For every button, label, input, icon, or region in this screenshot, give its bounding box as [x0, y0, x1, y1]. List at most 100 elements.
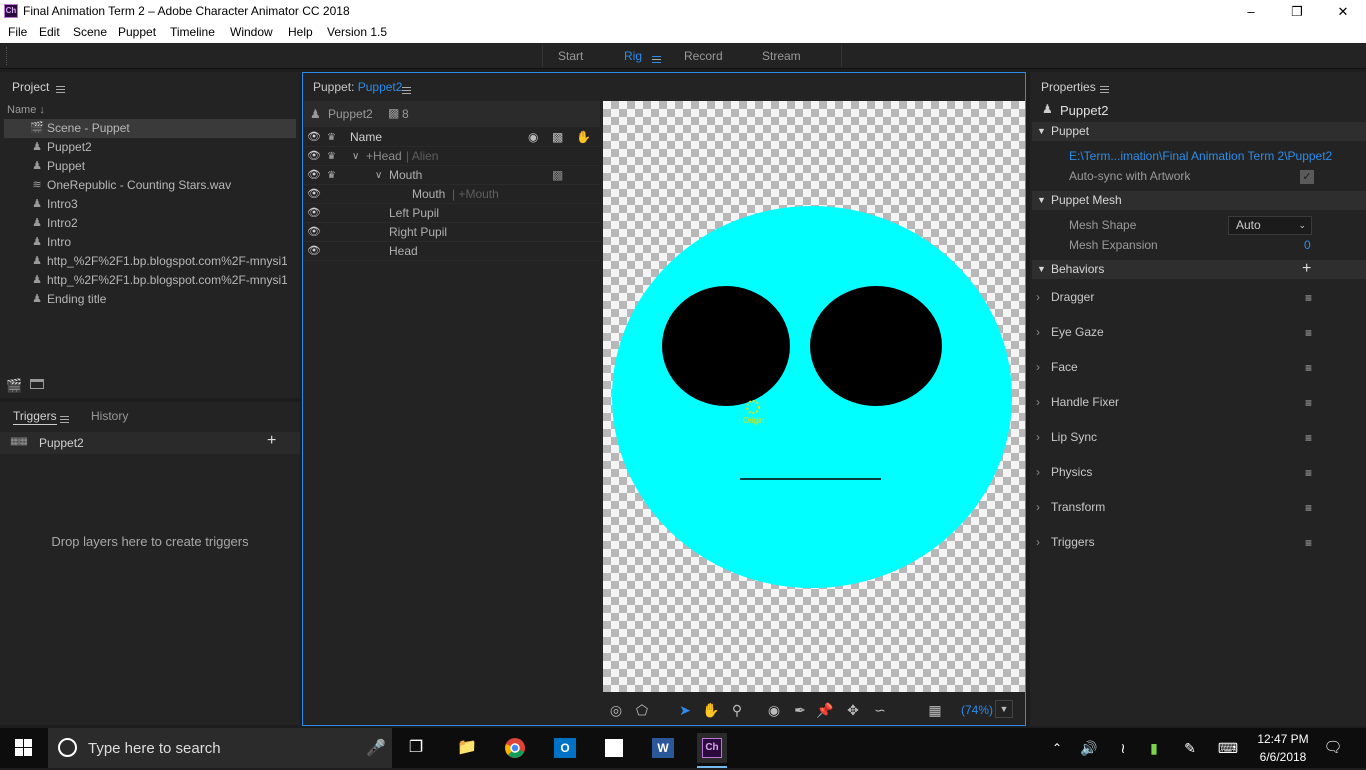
- pin-tool-icon[interactable]: 📌: [815, 700, 835, 720]
- project-item[interactable]: ♟ http_%2F%2F1.bp.blogspot.com%2F-mnysi1S…: [4, 271, 296, 290]
- eye-icon[interactable]: 👁: [307, 223, 321, 242]
- select-tool-icon[interactable]: ➤: [675, 700, 695, 720]
- add-trigger-icon[interactable]: +: [267, 432, 276, 450]
- tab-triggers[interactable]: Triggers: [13, 409, 57, 425]
- hand-tool-icon[interactable]: ✋: [701, 700, 721, 720]
- autosync-checkbox[interactable]: ✓: [1300, 170, 1314, 184]
- project-item[interactable]: 🎬 Scene - Puppet: [4, 119, 296, 138]
- layer-row[interactable]: 👁 ♛ ∨ +Head | Alien: [304, 147, 600, 166]
- behavior-row[interactable]: › Lip Sync ≡: [1032, 427, 1322, 447]
- menu-edit[interactable]: Edit: [39, 25, 60, 39]
- mesh-expansion-value[interactable]: 0: [1304, 238, 1311, 252]
- project-item[interactable]: ♟ Intro3: [4, 195, 296, 214]
- project-item[interactable]: ♟ Puppet: [4, 157, 296, 176]
- mesh-tool-icon[interactable]: ⬠: [632, 700, 652, 720]
- behavior-menu-icon[interactable]: ≡: [1305, 498, 1312, 518]
- minimize-icon[interactable]: –: [1228, 0, 1274, 23]
- menu-scene[interactable]: Scene: [73, 25, 107, 39]
- triggers-menu-icon[interactable]: [60, 412, 69, 426]
- eye-icon[interactable]: 👁: [307, 242, 321, 261]
- section-puppet-mesh[interactable]: ▼ Puppet Mesh: [1032, 191, 1366, 210]
- new-folder-icon[interactable]: [30, 379, 44, 389]
- eye-icon[interactable]: 👁: [307, 204, 321, 223]
- task-view-icon[interactable]: ❐: [401, 733, 431, 763]
- name-column-header[interactable]: Name: [350, 128, 382, 147]
- stick-tool-icon[interactable]: ✒: [790, 700, 810, 720]
- behavior-row[interactable]: › Dragger ≡: [1032, 287, 1322, 307]
- stroke-tool-icon[interactable]: ∽: [870, 700, 890, 720]
- outlook-icon[interactable]: O: [550, 733, 580, 763]
- notifications-icon[interactable]: 🗨: [1318, 733, 1348, 763]
- windows-start-icon[interactable]: [9, 733, 39, 763]
- zoom-tool-icon[interactable]: ⚲: [727, 700, 747, 720]
- chevron-right-icon[interactable]: ›: [1036, 322, 1040, 342]
- sort-by-name[interactable]: Name ↓: [7, 104, 45, 116]
- transparency-grid-icon[interactable]: ▦: [925, 700, 945, 720]
- menu-puppet[interactable]: Puppet: [118, 25, 156, 39]
- chevron-down-icon[interactable]: ∨: [352, 147, 359, 166]
- project-item[interactable]: ♟ Puppet2: [4, 138, 296, 157]
- sticky-notes-icon[interactable]: [599, 733, 629, 763]
- behavior-row[interactable]: › Eye Gaze ≡: [1032, 322, 1322, 342]
- dragger-tool-icon[interactable]: ✥: [843, 700, 863, 720]
- zoom-dropdown-icon[interactable]: ▼: [995, 700, 1013, 718]
- project-item[interactable]: ♟ Intro: [4, 233, 296, 252]
- chevron-right-icon[interactable]: ›: [1036, 497, 1040, 517]
- battery-icon[interactable]: ▮: [1139, 733, 1169, 763]
- layer-row[interactable]: 👁 Right Pupil: [304, 223, 600, 242]
- eye-icon[interactable]: 👁: [307, 166, 321, 185]
- add-behavior-icon[interactable]: +: [1302, 259, 1311, 278]
- volume-icon[interactable]: 🔊: [1074, 733, 1104, 763]
- crown-icon[interactable]: ♛: [327, 166, 336, 185]
- menu-timeline[interactable]: Timeline: [170, 25, 215, 39]
- behavior-menu-icon[interactable]: ≡: [1305, 288, 1312, 308]
- microphone-icon[interactable]: 🎤: [366, 738, 386, 758]
- word-icon[interactable]: W: [648, 733, 678, 763]
- pen-icon[interactable]: ✎: [1175, 733, 1205, 763]
- project-item[interactable]: ♟ Ending title: [4, 290, 296, 309]
- project-item[interactable]: ♟ Intro2: [4, 214, 296, 233]
- new-scene-icon[interactable]: 🎬: [6, 378, 22, 394]
- menu-version[interactable]: Version 1.5: [327, 25, 387, 39]
- behavior-row[interactable]: › Physics ≡: [1032, 462, 1322, 482]
- behavior-menu-icon[interactable]: ≡: [1305, 358, 1312, 378]
- puppet-path-link[interactable]: E:\Term...imation\Final Animation Term 2…: [1069, 147, 1366, 166]
- mesh-shape-select[interactable]: Auto ⌄: [1228, 216, 1312, 235]
- behavior-row[interactable]: › Handle Fixer ≡: [1032, 392, 1322, 412]
- menu-file[interactable]: File: [8, 25, 27, 39]
- properties-menu-icon[interactable]: [1100, 82, 1109, 96]
- eye-icon[interactable]: 👁: [307, 185, 321, 204]
- chevron-down-icon[interactable]: ∨: [375, 166, 382, 185]
- show-hidden-icons[interactable]: ⌃: [1042, 733, 1072, 763]
- layer-row[interactable]: 👁 Head: [304, 242, 600, 261]
- puppet-tool-icon[interactable]: ◎: [606, 700, 626, 720]
- chevron-right-icon[interactable]: ›: [1036, 392, 1040, 412]
- file-explorer-icon[interactable]: 📁: [452, 733, 482, 763]
- eye-icon[interactable]: 👁: [307, 147, 321, 166]
- chevron-right-icon[interactable]: ›: [1036, 357, 1040, 377]
- menu-help[interactable]: Help: [288, 25, 313, 39]
- character-animator-icon[interactable]: Ch: [697, 733, 727, 763]
- behavior-menu-icon[interactable]: ≡: [1305, 428, 1312, 448]
- menu-window[interactable]: Window: [230, 25, 273, 39]
- restore-icon[interactable]: ❐: [1274, 0, 1320, 23]
- behavior-row[interactable]: › Face ≡: [1032, 357, 1322, 377]
- project-item[interactable]: ♟ http_%2F%2F1.bp.blogspot.com%2F-mnysi1S…: [4, 252, 296, 271]
- wifi-icon[interactable]: ≀: [1108, 733, 1138, 763]
- behavior-menu-icon[interactable]: ≡: [1305, 463, 1312, 483]
- puppet-canvas[interactable]: Origin: [603, 101, 1025, 692]
- chevron-right-icon[interactable]: ›: [1036, 287, 1040, 307]
- chevron-right-icon[interactable]: ›: [1036, 532, 1040, 552]
- section-behaviors[interactable]: ▼ Behaviors +: [1032, 260, 1366, 279]
- chrome-icon[interactable]: [500, 733, 530, 763]
- origin-tool-icon[interactable]: ◉: [764, 700, 784, 720]
- behavior-row[interactable]: › Transform ≡: [1032, 497, 1322, 517]
- layer-row[interactable]: 👁 ♛ ∨ Mouth ▩: [304, 166, 600, 185]
- zoom-level[interactable]: (74%): [961, 703, 993, 717]
- behavior-menu-icon[interactable]: ≡: [1305, 323, 1312, 343]
- section-puppet[interactable]: ▼ Puppet: [1032, 122, 1366, 141]
- close-icon[interactable]: ✕: [1320, 0, 1366, 23]
- crown-icon[interactable]: ♛: [327, 147, 336, 166]
- behavior-menu-icon[interactable]: ≡: [1305, 393, 1312, 413]
- layer-row[interactable]: 👁 Mouth | +Mouth: [304, 185, 600, 204]
